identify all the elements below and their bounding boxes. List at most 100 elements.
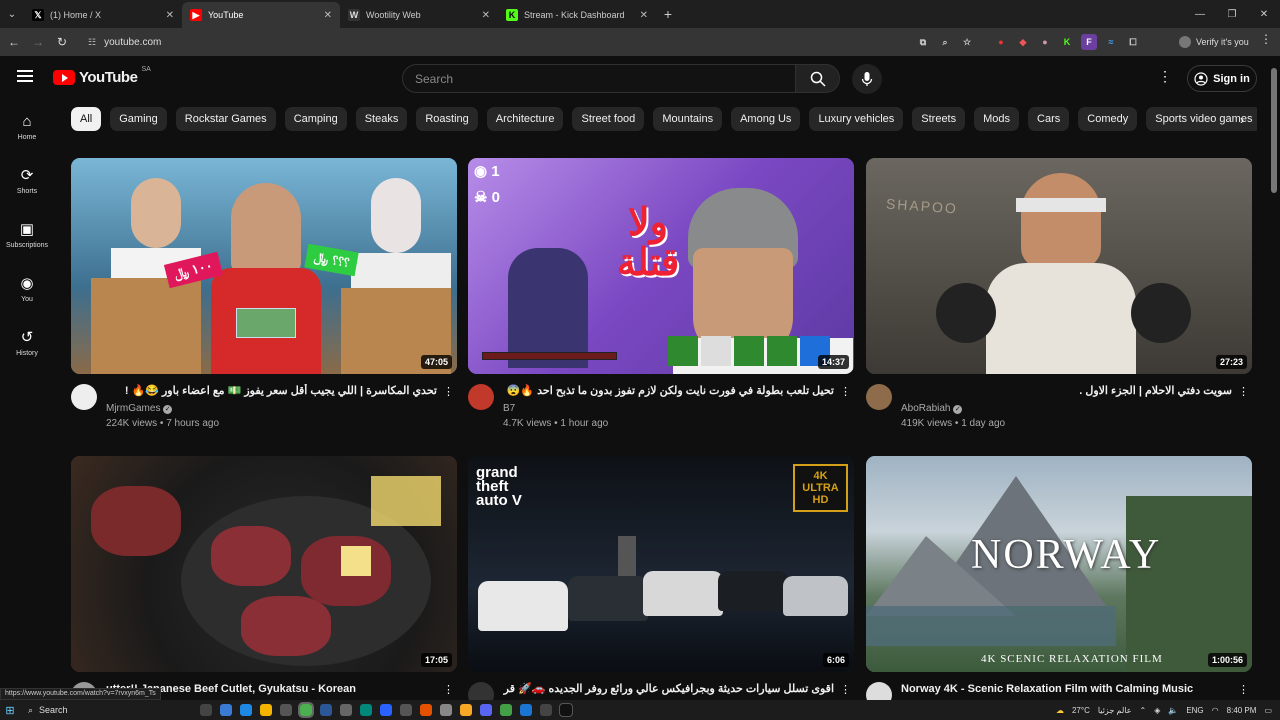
back-icon[interactable]: ← bbox=[2, 28, 26, 56]
volume-icon[interactable]: 🔈 bbox=[1168, 706, 1178, 715]
discord-icon[interactable] bbox=[480, 704, 492, 716]
video-menu-icon[interactable]: ⋮ bbox=[443, 385, 454, 398]
sidebar-item-you[interactable]: ◉ You bbox=[0, 262, 54, 316]
video-card[interactable]: ١٠٠ ﷼ ؟؟؟ ﷼ 47:05 تحدي المكاسرة | اللي ي… bbox=[71, 158, 457, 429]
video-title[interactable]: اقوى تسلل سيارات حديثة وبجرافيكس عالي ور… bbox=[503, 682, 834, 697]
video-title[interactable]: سويت دفتي الاحلام | الجزء الاول . bbox=[901, 384, 1232, 399]
tray-chevron-icon[interactable]: ⌃ bbox=[1139, 706, 1146, 715]
app-icon-2[interactable] bbox=[340, 704, 352, 716]
page-scrollbar[interactable] bbox=[1271, 68, 1277, 193]
browser-menu-icon[interactable]: ⋮ bbox=[1260, 32, 1272, 46]
extension-badge-icon[interactable]: ◆ bbox=[1015, 34, 1031, 50]
video-menu-icon[interactable]: ⋮ bbox=[1238, 385, 1249, 398]
channel-avatar[interactable] bbox=[468, 384, 494, 410]
filter-chip[interactable]: Steaks bbox=[355, 107, 408, 131]
youtube-logo[interactable]: YouTube SA bbox=[53, 66, 151, 86]
windows-start-icon[interactable]: ⊞ bbox=[0, 704, 20, 717]
app-icon-4[interactable] bbox=[380, 704, 392, 716]
channel-name[interactable]: B7 bbox=[503, 403, 834, 414]
browser-tab-1[interactable]: ▶ YouTube ✕ bbox=[182, 2, 340, 28]
minimize-icon[interactable]: — bbox=[1184, 0, 1216, 28]
wifi-icon[interactable]: ◠ bbox=[1212, 706, 1219, 715]
extension-cookie-icon[interactable]: ● bbox=[1037, 34, 1053, 50]
video-menu-icon[interactable]: ⋮ bbox=[840, 683, 851, 696]
video-thumbnail[interactable]: NORWAY 4K SCENIC RELAXATION FILM 1:00:56 bbox=[866, 456, 1252, 672]
video-title[interactable]: تحدي المكاسرة | اللي يجيب أقل سعر يفوز 💵… bbox=[106, 384, 437, 399]
video-menu-icon[interactable]: ⋮ bbox=[443, 683, 454, 696]
chip-next-arrow-icon[interactable]: › bbox=[1240, 113, 1244, 127]
restore-icon[interactable]: ❐ bbox=[1216, 0, 1248, 28]
filter-chip[interactable]: Mods bbox=[974, 107, 1020, 131]
channel-name[interactable]: AboRabiah ✓ bbox=[901, 403, 1232, 414]
video-menu-icon[interactable]: ⋮ bbox=[1238, 683, 1249, 696]
filter-chip[interactable]: Streets bbox=[912, 107, 966, 131]
file-explorer-icon[interactable] bbox=[260, 704, 272, 716]
filter-chip[interactable]: Among Us bbox=[731, 107, 801, 131]
browser-tab-0[interactable]: 𝕏 (1) Home / X ✕ bbox=[24, 2, 182, 28]
filter-chip[interactable]: Cars bbox=[1028, 107, 1070, 131]
new-tab-button[interactable]: + bbox=[656, 6, 680, 22]
video-thumbnail[interactable]: SHAPOO 27:23 bbox=[866, 158, 1252, 374]
close-tab-icon[interactable]: ✕ bbox=[482, 10, 490, 21]
browser-tab-2[interactable]: W Wootility Web ✕ bbox=[340, 2, 498, 28]
search-button[interactable] bbox=[795, 64, 840, 93]
address-bar[interactable]: ☷ youtube.com bbox=[80, 31, 900, 53]
edge-icon[interactable] bbox=[240, 704, 252, 716]
filter-chip[interactable]: Luxury vehicles bbox=[809, 107, 904, 131]
filter-chip[interactable]: All bbox=[71, 107, 102, 131]
close-window-icon[interactable]: ✕ bbox=[1248, 0, 1280, 28]
taskbar-search[interactable]: ⌕ Search bbox=[20, 702, 170, 718]
video-title[interactable]: Norway 4K - Scenic Relaxation Film with … bbox=[901, 682, 1232, 697]
sidebar-item-shorts[interactable]: ⟳ Shorts bbox=[0, 154, 54, 208]
forward-icon[interactable]: → bbox=[26, 28, 50, 56]
input-language[interactable]: ENG bbox=[1186, 706, 1203, 715]
copilot-icon[interactable] bbox=[220, 704, 232, 716]
install-app-icon[interactable]: ⧉ bbox=[915, 34, 931, 50]
video-card[interactable]: grand theft auto V 4K ULTRA HD 6:06 اقوى… bbox=[468, 456, 854, 708]
video-card[interactable]: ولا قتلة ◉ 1 ☠ 0 14:37 تحيل تلعب بطولة ف… bbox=[468, 158, 854, 429]
channel-avatar[interactable] bbox=[866, 384, 892, 410]
app-icon-11[interactable] bbox=[540, 704, 552, 716]
video-thumbnail[interactable]: grand theft auto V 4K ULTRA HD 6:06 bbox=[468, 456, 854, 672]
extension-f-icon[interactable]: F bbox=[1081, 34, 1097, 50]
sidebar-item-home[interactable]: ⌂ Home bbox=[0, 100, 54, 154]
voice-search-button[interactable] bbox=[852, 64, 882, 94]
filter-chip[interactable]: Rockstar Games bbox=[175, 107, 276, 131]
reload-icon[interactable]: ↻ bbox=[50, 28, 74, 56]
kick-extension-icon[interactable]: K bbox=[1059, 34, 1075, 50]
close-tab-icon[interactable]: ✕ bbox=[324, 10, 332, 21]
sign-in-button[interactable]: Sign in bbox=[1187, 65, 1257, 92]
extension-red-icon[interactable]: ● bbox=[993, 34, 1009, 50]
close-tab-icon[interactable]: ✕ bbox=[166, 10, 174, 21]
video-card[interactable]: 17:05 utter!! Japanese Beef Cutlet, Gyuk… bbox=[71, 456, 457, 708]
app-icon-1[interactable] bbox=[320, 704, 332, 716]
filter-chip[interactable]: Gaming bbox=[110, 107, 167, 131]
settings-kebab-icon[interactable]: ⋮ bbox=[1158, 68, 1172, 85]
browser-tab-3[interactable]: K Stream - Kick Dashboard ✕ bbox=[498, 2, 656, 28]
app-icon-8[interactable] bbox=[460, 704, 472, 716]
video-title[interactable]: تحيل تلعب بطولة في فورت نايت ولكن لازم ت… bbox=[503, 384, 834, 399]
video-card[interactable]: NORWAY 4K SCENIC RELAXATION FILM 1:00:56 … bbox=[866, 456, 1252, 708]
filter-chip[interactable]: Comedy bbox=[1078, 107, 1138, 131]
bookmark-star-icon[interactable]: ☆ bbox=[959, 34, 975, 50]
sidebar-item-subscriptions[interactable]: ▣ Subscriptions bbox=[0, 208, 54, 262]
app-icon-7[interactable] bbox=[440, 704, 452, 716]
app-icon-6[interactable] bbox=[420, 704, 432, 716]
notification-icon[interactable]: ▭ bbox=[1264, 706, 1272, 715]
extensions-puzzle-icon[interactable]: ⧠ bbox=[1125, 34, 1141, 50]
zoom-icon[interactable]: ⌕ bbox=[937, 34, 953, 50]
video-card[interactable]: SHAPOO 27:23 سويت دفتي الاحلام | الجزء ا… bbox=[866, 158, 1252, 429]
app-icon-5[interactable] bbox=[400, 704, 412, 716]
clock[interactable]: 8:40 PM bbox=[1227, 706, 1257, 715]
chrome-icon[interactable] bbox=[298, 702, 314, 718]
app-icon-9[interactable] bbox=[500, 704, 512, 716]
video-menu-icon[interactable]: ⋮ bbox=[840, 385, 851, 398]
task-view-icon[interactable] bbox=[200, 704, 212, 716]
filter-chip[interactable]: Architecture bbox=[486, 107, 564, 131]
sidebar-item-history[interactable]: ↺ History bbox=[0, 316, 54, 370]
profile-button[interactable]: Verify it's you bbox=[1173, 32, 1253, 52]
guide-menu-icon[interactable] bbox=[17, 70, 33, 82]
video-thumbnail[interactable]: 17:05 bbox=[71, 456, 457, 672]
search-input[interactable]: Search bbox=[402, 64, 796, 93]
filter-chip[interactable]: Camping bbox=[284, 107, 347, 131]
